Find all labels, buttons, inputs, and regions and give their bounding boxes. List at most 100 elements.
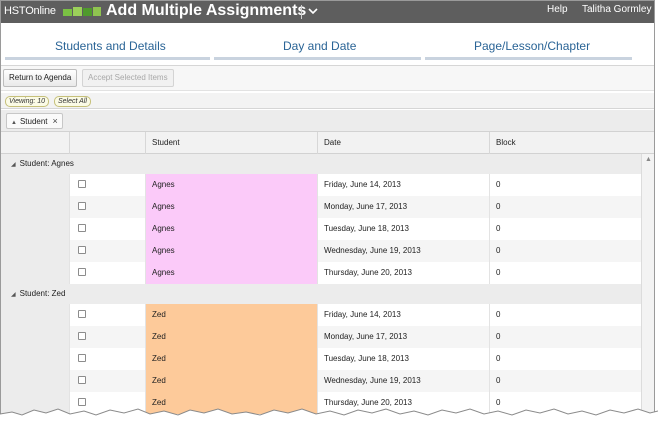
block-cell: 0	[489, 262, 641, 284]
app-logo[interactable]: HSTOnline	[4, 5, 56, 17]
block-cell: 0	[489, 240, 641, 262]
group-by-bar: ▲ Student ×	[1, 110, 654, 132]
accept-selected-items-button[interactable]: Accept Selected Items	[82, 69, 174, 87]
collapse-group-icon[interactable]: ◢	[11, 162, 16, 168]
torn-edge	[0, 408, 658, 425]
row-checkbox[interactable]	[78, 332, 86, 340]
row-checkbox[interactable]	[78, 310, 86, 318]
select-cell	[69, 304, 145, 326]
group-row[interactable]: ◢ Student: Zed	[1, 284, 641, 304]
chevron-down-icon[interactable]	[306, 4, 320, 18]
block-cell: 0	[489, 326, 641, 348]
student-cell: Zed	[145, 326, 317, 348]
date-cell: Monday, June 17, 2013	[317, 326, 489, 348]
group-label: Student: Zed	[19, 289, 66, 298]
student-cell: Agnes	[145, 174, 317, 196]
row-checkbox[interactable]	[78, 202, 86, 210]
student-cell: Agnes	[145, 262, 317, 284]
date-cell: Tuesday, June 18, 2013	[317, 218, 489, 240]
step-indicator-2	[214, 57, 421, 60]
scroll-up-icon[interactable]: ▲	[645, 156, 652, 163]
group-row[interactable]: ◢ Student: Agnes	[1, 154, 641, 174]
block-cell: 0	[489, 304, 641, 326]
step-students-and-details[interactable]: Students and Details	[55, 39, 166, 53]
date-cell: Tuesday, June 18, 2013	[317, 348, 489, 370]
row-checkbox[interactable]	[78, 268, 86, 276]
step-page-lesson-chapter[interactable]: Page/Lesson/Chapter	[474, 39, 590, 53]
student-cell: Zed	[145, 348, 317, 370]
student-cell: Agnes	[145, 218, 317, 240]
column-header-block[interactable]: Block	[489, 132, 641, 154]
date-cell: Thursday, June 20, 2013	[317, 262, 489, 284]
viewing-count-badge: Viewing: 10	[5, 96, 50, 107]
return-to-agenda-button[interactable]: Return to Agenda	[3, 69, 78, 87]
table-row[interactable]: Agnes Thursday, June 20, 2013 0	[1, 262, 641, 284]
table-row[interactable]: Agnes Monday, June 17, 2013 0	[1, 196, 641, 218]
date-cell: Friday, June 14, 2013	[317, 304, 489, 326]
group-indent	[1, 218, 69, 240]
select-cell	[69, 218, 145, 240]
row-checkbox[interactable]	[78, 246, 86, 254]
step-indicator-1	[5, 57, 210, 60]
row-checkbox[interactable]	[78, 376, 86, 384]
column-header-select	[69, 132, 145, 154]
collapse-group-icon[interactable]: ◢	[11, 292, 16, 298]
row-checkbox[interactable]	[78, 180, 86, 188]
select-cell	[69, 370, 145, 392]
group-label: Student: Agnes	[19, 159, 74, 168]
table-row[interactable]: Zed Monday, June 17, 2013 0	[1, 326, 641, 348]
assignments-grid: Student Date Block ◢ Student: Agnes Agnes F…	[1, 132, 654, 424]
row-checkbox[interactable]	[78, 354, 86, 362]
column-header-student[interactable]: Student	[145, 132, 317, 154]
app-window: HSTOnline Add Multiple Assignments Help …	[0, 0, 655, 425]
select-cell	[69, 326, 145, 348]
group-indent	[1, 174, 69, 196]
step-indicator-3	[425, 57, 632, 60]
student-cell: Agnes	[145, 196, 317, 218]
select-cell	[69, 262, 145, 284]
table-row[interactable]: Zed Friday, June 14, 2013 0	[1, 304, 641, 326]
group-indent	[1, 326, 69, 348]
step-day-and-date[interactable]: Day and Date	[283, 39, 356, 53]
table-row[interactable]: Agnes Tuesday, June 18, 2013 0	[1, 218, 641, 240]
block-cell: 0	[489, 370, 641, 392]
student-cell: Zed	[145, 370, 317, 392]
toolbar: Return to Agenda Accept Selected Items	[1, 65, 654, 91]
select-cell	[69, 174, 145, 196]
group-indent	[1, 240, 69, 262]
group-by-student-chip[interactable]: ▲ Student ×	[6, 113, 63, 129]
block-cell: 0	[489, 196, 641, 218]
row-checkbox[interactable]	[78, 224, 86, 232]
date-cell: Wednesday, June 19, 2013	[317, 370, 489, 392]
block-cell: 0	[489, 174, 641, 196]
group-indent	[1, 304, 69, 326]
block-cell: 0	[489, 218, 641, 240]
table-row[interactable]: Zed Tuesday, June 18, 2013 0	[1, 348, 641, 370]
select-cell	[69, 240, 145, 262]
title-divider	[301, 5, 302, 19]
table-row[interactable]: Agnes Friday, June 14, 2013 0	[1, 174, 641, 196]
table-row[interactable]: Zed Wednesday, June 19, 2013 0	[1, 370, 641, 392]
group-indent	[1, 370, 69, 392]
user-menu[interactable]: Talitha Gormley	[582, 4, 651, 15]
student-cell: Zed	[145, 304, 317, 326]
group-indent	[1, 196, 69, 218]
column-header-date[interactable]: Date	[317, 132, 489, 154]
date-cell: Friday, June 14, 2013	[317, 174, 489, 196]
vertical-scrollbar[interactable]: ▲	[641, 154, 654, 424]
close-icon[interactable]: ×	[53, 116, 58, 126]
logo-marks-icon	[63, 7, 101, 16]
top-bar: HSTOnline Add Multiple Assignments Help …	[1, 1, 654, 23]
select-cell	[69, 348, 145, 370]
date-cell: Monday, June 17, 2013	[317, 196, 489, 218]
group-indent	[1, 262, 69, 284]
wizard-steps: Students and Details Day and Date Page/L…	[1, 23, 654, 63]
group-chip-label: Student	[19, 117, 48, 126]
grid-header: Student Date Block	[1, 132, 654, 154]
help-link[interactable]: Help	[547, 4, 568, 15]
student-cell: Agnes	[145, 240, 317, 262]
select-all-link[interactable]: Select All	[54, 96, 91, 107]
group-indent	[1, 348, 69, 370]
table-row[interactable]: Agnes Wednesday, June 19, 2013 0	[1, 240, 641, 262]
page-title: Add Multiple Assignments	[106, 2, 307, 19]
